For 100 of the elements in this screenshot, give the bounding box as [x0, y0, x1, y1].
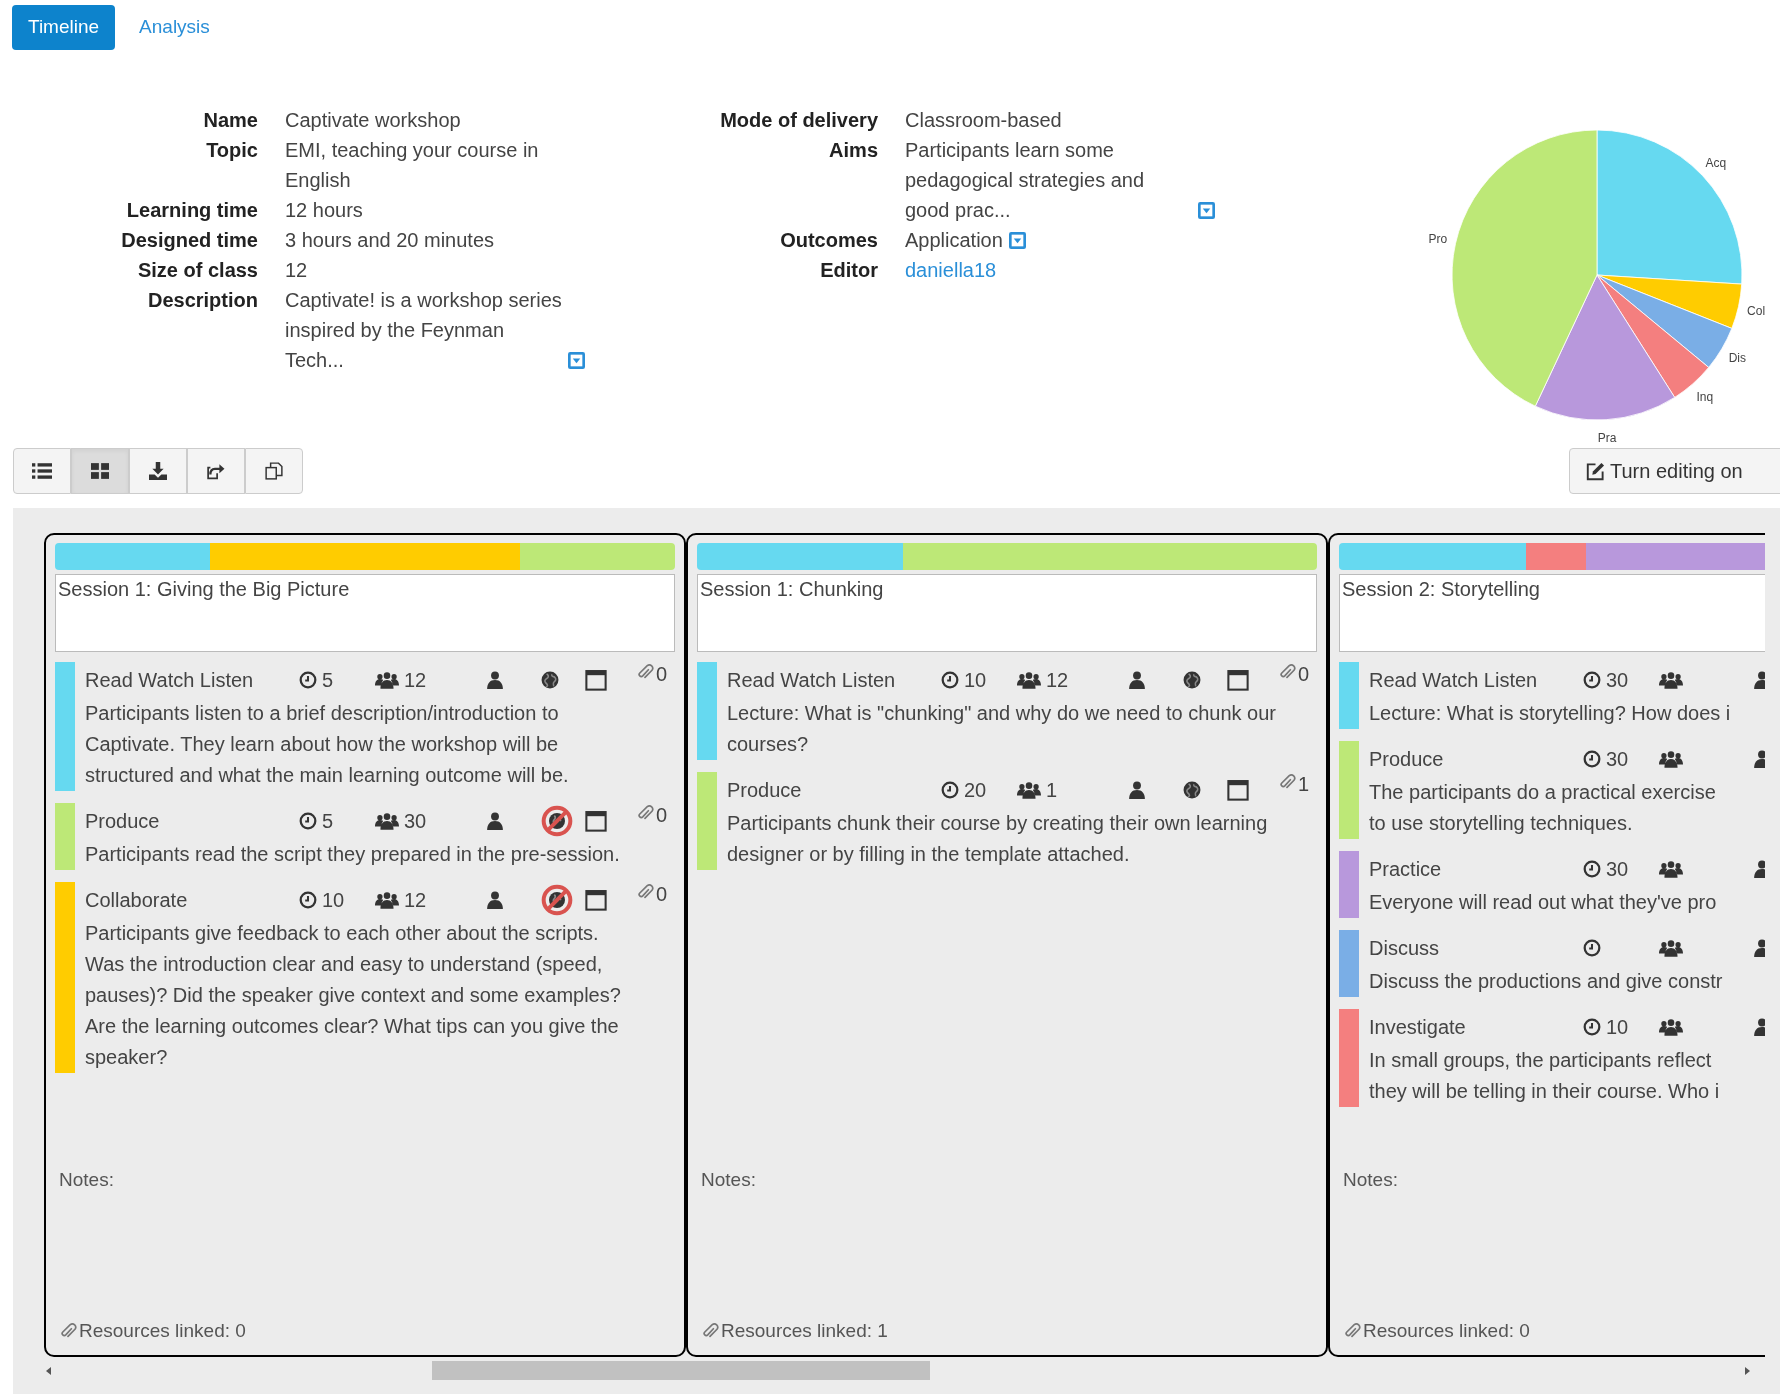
person-icon — [487, 812, 503, 830]
tab[interactable]: Timeline — [12, 5, 116, 50]
attachment-count: 0 — [655, 883, 667, 905]
download-icon — [148, 462, 168, 480]
duration-value: 20 — [964, 777, 987, 803]
slice-label: Col — [1747, 303, 1766, 318]
activity-type: Produce — [85, 808, 161, 834]
activity-description: Participants read the script they prepared in the pre-session. — [85, 842, 621, 867]
attachment-count: 1 — [1297, 773, 1309, 795]
copy-button[interactable] — [245, 448, 303, 494]
scrollbar-thumb[interactable] — [432, 1361, 930, 1380]
activity-description: Everyone will read out what they've pro — [1369, 890, 1718, 915]
person-icon — [1129, 671, 1145, 689]
expand-icon[interactable] — [1198, 202, 1215, 219]
activity-type: Read Watch Listen — [727, 667, 897, 693]
expand-icon[interactable] — [568, 352, 585, 369]
duration-value: 5 — [322, 667, 334, 693]
scroll-left-icon[interactable] — [44, 1366, 54, 1376]
group-icon — [1659, 671, 1683, 689]
copy-icon — [264, 462, 284, 480]
activity-type: Read Watch Listen — [1369, 667, 1539, 693]
expand-icon[interactable] — [1008, 232, 1026, 249]
edit-toggle-button[interactable]: Turn editing on — [1569, 448, 1780, 494]
slice-label: Inq — [1696, 390, 1714, 405]
resources-linked-text: Resources linked: 0 — [79, 1318, 246, 1343]
share-icon — [206, 462, 226, 480]
notes-label: Notes: — [59, 1168, 115, 1192]
activity-description: they will be telling in their course. Who i — [1369, 1079, 1721, 1104]
group-icon — [375, 671, 399, 689]
slice-label: Pra — [1597, 430, 1617, 445]
field-label: Mode of delivery — [719, 108, 878, 133]
slice-label: Dis — [1728, 351, 1746, 365]
share-button[interactable] — [187, 448, 245, 494]
clock-icon — [1583, 939, 1601, 957]
duration-value: 30 — [1606, 746, 1629, 772]
field-value: Captivate! is a workshop series inspired by the Feynman Tech... — [285, 288, 562, 373]
duration-value: 10 — [1606, 1014, 1629, 1040]
group-icon — [375, 891, 399, 909]
clock-icon — [941, 781, 959, 799]
field-label: Outcomes — [779, 228, 878, 253]
paperclip-icon — [635, 883, 654, 901]
activity-type: Practice — [1369, 856, 1443, 882]
session-title-field[interactable]: Session 1: Chunking — [697, 574, 1317, 652]
field-value: Classroom-based — [905, 108, 1062, 133]
paperclip-icon — [701, 1321, 719, 1340]
field-value: 12 hours — [285, 198, 363, 223]
tab[interactable]: Analysis — [135, 5, 214, 50]
activity-description: Discuss the productions and give constr — [1369, 969, 1724, 994]
activity-description: Lecture: What is "chunking" and why do we need to chunk our courses? — [727, 701, 1277, 757]
activity-description: In small groups, the participants reflect — [1369, 1048, 1713, 1073]
session-title-field[interactable]: Session 2: Storytelling — [1339, 574, 1765, 652]
session-title-field[interactable]: Session 1: Giving the Big Picture — [55, 574, 675, 652]
activity-description: to use storytelling techniques. — [1369, 811, 1634, 836]
activity-description: Participants give feedback to each other about the scripts. Was the introduction clear and easy to understand (speed, pauses)? Did the speaker give context and some examples? Are the learning outcomes clear? What tips can you give the speaker? — [85, 921, 622, 1070]
activity-type: Produce — [727, 777, 803, 803]
person-icon — [487, 671, 503, 689]
attachment-count: 0 — [1297, 663, 1309, 685]
attachment-count: 0 — [655, 804, 667, 826]
list-button[interactable] — [13, 448, 71, 494]
person-icon — [1129, 781, 1145, 799]
activity-type: Read Watch Listen — [85, 667, 255, 693]
field-value: 12 — [285, 258, 308, 283]
paperclip-icon — [59, 1321, 77, 1340]
group-icon — [1659, 860, 1683, 878]
paperclip-icon — [1343, 1321, 1361, 1340]
activity-type: Produce — [1369, 746, 1445, 772]
field-label: Description — [146, 288, 258, 313]
download-button[interactable] — [129, 448, 187, 494]
field-label: Learning time — [125, 198, 258, 223]
clock-icon — [1583, 1018, 1601, 1036]
field-label: Designed time — [120, 228, 258, 253]
activity-type: Discuss — [1369, 935, 1440, 961]
grid-icon — [90, 462, 110, 480]
field-label: Editor — [819, 258, 878, 283]
resources-linked-text: Resources linked: 1 — [721, 1318, 888, 1343]
field-label: Name — [202, 108, 258, 133]
notes-label: Notes: — [701, 1168, 757, 1192]
clock-icon — [299, 891, 317, 909]
group-icon — [1659, 1018, 1683, 1036]
edit-icon — [1586, 461, 1605, 481]
duration-value: 30 — [1606, 667, 1629, 693]
slice-label: Acq — [1705, 156, 1727, 171]
activity-description: Lecture: What is storytelling? How does i — [1369, 701, 1732, 726]
field-value: Captivate workshop — [285, 108, 461, 133]
group-icon — [375, 812, 399, 830]
clock-icon — [941, 671, 959, 689]
attachment-count: 0 — [655, 663, 667, 685]
resources-linked-text: Resources linked: 0 — [1363, 1318, 1530, 1343]
clock-icon — [299, 812, 317, 830]
activity-type: Investigate — [1369, 1014, 1467, 1040]
activity-type: Collaborate — [85, 887, 189, 913]
grid-button[interactable] — [71, 448, 129, 494]
clock-icon — [299, 671, 317, 689]
field-value: 3 hours and 20 minutes — [285, 228, 495, 253]
duration-value: 10 — [322, 887, 345, 913]
notes-label: Notes: — [1343, 1168, 1399, 1192]
slice-label: Pro — [1428, 232, 1448, 247]
list-icon — [32, 462, 52, 480]
clock-icon — [1583, 860, 1601, 878]
scroll-right-icon[interactable] — [1742, 1366, 1752, 1376]
